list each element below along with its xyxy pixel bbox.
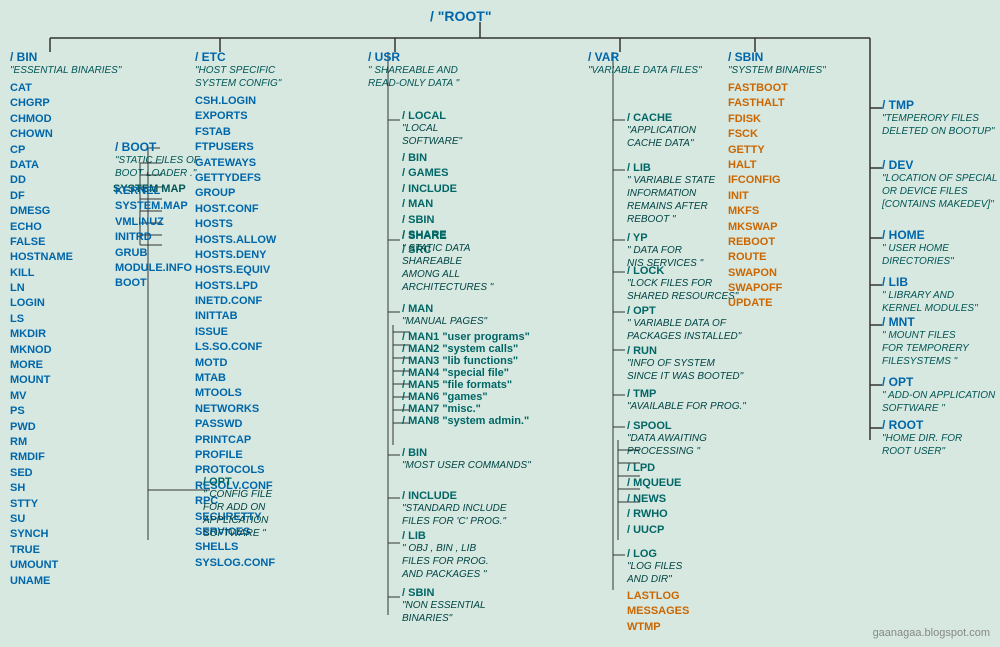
var-cache-title: / CACHE <box>627 112 696 124</box>
boot-node: / BOOT "STATIC FILES OFBOOT LOADER ." KE… <box>115 140 200 292</box>
var-lock-title: / LOCK <box>627 265 738 277</box>
var-opt-desc: " VARIABLE DATA OFPACKAGES INSTALLED" <box>627 317 741 343</box>
usr-lib-desc: " OBJ , BIN , LIBFILES FOR PROG.AND PACK… <box>402 542 489 581</box>
bin-node: / BIN "ESSENTIAL BINARIES" CAT CHGRP CHM… <box>10 50 121 589</box>
usr-sbin-desc: "NON ESSENTIALBINARIES" <box>402 599 486 625</box>
usr-bin-title: / BIN <box>402 447 531 459</box>
var-cache-node: / CACHE "APPLICATIONCACHE DATA" <box>627 112 696 150</box>
lib-desc: " LIBRARY ANDKERNEL MODULES" <box>882 289 978 315</box>
sbin-desc: "SYSTEM BINARIES" <box>728 64 826 77</box>
boot-desc: "STATIC FILES OFBOOT LOADER ." <box>115 154 200 180</box>
usr-lib-title: / LIB <box>402 530 489 542</box>
var-lib-title: / LIB <box>627 162 715 174</box>
var-tmp-node: / TMP "AVAILABLE FOR PROG." <box>627 388 746 413</box>
var-log-node: / LOG "LOG FILESAND DIR" LASTLOG MESSAGE… <box>627 548 689 635</box>
var-run-node: / RUN "INFO OF SYSTEMSINCE IT WAS BOOTED… <box>627 345 743 383</box>
usr-man-desc: "MANUAL PAGES" <box>402 315 530 328</box>
etc-opt-desc: " CONFIG FILEFOR ADD ONAPPLICATIONSOFTWA… <box>203 488 272 540</box>
opt-node: / OPT " ADD-ON APPLICATIONSOFTWARE " <box>882 375 995 415</box>
var-spool-desc: "DATA AWAITINGPROCESSING " <box>627 432 707 458</box>
usr-sbin-title: / SBIN <box>402 587 486 599</box>
var-lib-node: / LIB " VARIABLE STATEINFORMATIONREMAINS… <box>627 162 715 226</box>
var-desc: "VARIABLE DATA FILES" <box>588 64 702 77</box>
var-log-desc: "LOG FILESAND DIR" <box>627 560 689 586</box>
bin-title: / BIN <box>10 50 121 64</box>
var-opt-title: / OPT <box>627 305 741 317</box>
dev-desc: "LOCATION OF SPECIALOR DEVICE FILES[CONT… <box>882 172 997 211</box>
var-spool-title: / SPOOL <box>627 420 707 432</box>
home-title: / HOME <box>882 228 954 242</box>
usr-node: / USR " SHAREABLE ANDREAD-ONLY DATA " <box>368 50 459 90</box>
mnt-desc: " MOUNT FILESFOR TEMPORERYFILESYSTEMS " <box>882 329 969 368</box>
tmp-title: / TMP <box>882 98 994 112</box>
boot-title: / BOOT <box>115 140 200 154</box>
dev-node: / DEV "LOCATION OF SPECIALOR DEVICE FILE… <box>882 158 997 211</box>
var-node: / VAR "VARIABLE DATA FILES" <box>588 50 702 77</box>
usr-share-node: / SHARE " STATIC DATASHAREABLEAMONG ALLA… <box>402 230 493 294</box>
var-title: / VAR <box>588 50 702 64</box>
mnt-title: / MNT <box>882 315 969 329</box>
bin-desc: "ESSENTIAL BINARIES" <box>10 64 121 77</box>
usr-local-title: / LOCAL <box>402 110 462 122</box>
usr-title: / USR <box>368 50 459 64</box>
var-run-title: / RUN <box>627 345 743 357</box>
root-home-node: / ROOT "HOME DIR. FORROOT USER" <box>882 418 962 458</box>
usr-bin-desc: "MOST USER COMMANDS" <box>402 459 531 472</box>
dev-title: / DEV <box>882 158 997 172</box>
tmp-node: / TMP "TEMPERORY FILESDELETED ON BOOTUP" <box>882 98 994 138</box>
opt-title: / OPT <box>882 375 995 389</box>
usr-include-desc: "STANDARD INCLUDEFILES FOR 'C' PROG." <box>402 502 507 528</box>
usr-lib-node: / LIB " OBJ , BIN , LIBFILES FOR PROG.AN… <box>402 530 489 581</box>
sbin-title: / SBIN <box>728 50 826 64</box>
var-lib-desc: " VARIABLE STATEINFORMATIONREMAINS AFTER… <box>627 174 715 226</box>
usr-man-title: / MAN <box>402 303 530 315</box>
usr-share-title: / SHARE <box>402 230 493 242</box>
var-tmp-title: / TMP <box>627 388 746 400</box>
home-desc: " USER HOMEDIRECTORIES" <box>882 242 954 268</box>
var-yp-title: / YP <box>627 232 703 244</box>
root-label: / "ROOT" <box>430 8 492 24</box>
var-log-title: / LOG <box>627 548 689 560</box>
etc-desc: "HOST SPECIFICSYSTEM CONFIG" <box>195 64 281 90</box>
opt-desc: " ADD-ON APPLICATIONSOFTWARE " <box>882 389 995 415</box>
var-tmp-desc: "AVAILABLE FOR PROG." <box>627 400 746 413</box>
usr-bin-node: / BIN "MOST USER COMMANDS" <box>402 447 531 472</box>
watermark: gaanagaa.blogspot.com <box>873 627 990 639</box>
var-lock-node: / LOCK "LOCK FILES FORSHARED RESOURCES" <box>627 265 738 303</box>
root-home-desc: "HOME DIR. FORROOT USER" <box>882 432 962 458</box>
usr-include-title: / INCLUDE <box>402 490 507 502</box>
tmp-desc: "TEMPERORY FILESDELETED ON BOOTUP" <box>882 112 994 138</box>
usr-man-node: / MAN "MANUAL PAGES" / MAN1 "user progra… <box>402 303 530 427</box>
sbin-node: / SBIN "SYSTEM BINARIES" FASTBOOT FASTHA… <box>728 50 826 312</box>
var-opt-node: / OPT " VARIABLE DATA OFPACKAGES INSTALL… <box>627 305 741 343</box>
var-run-desc: "INFO OF SYSTEMSINCE IT WAS BOOTED" <box>627 357 743 383</box>
usr-desc: " SHAREABLE ANDREAD-ONLY DATA " <box>368 64 459 90</box>
etc-opt-title: / OPT <box>203 476 272 488</box>
usr-local-desc: "LOCALSOFTWARE" <box>402 122 462 148</box>
usr-include-node: / INCLUDE "STANDARD INCLUDEFILES FOR 'C'… <box>402 490 507 528</box>
lib-title: / LIB <box>882 275 978 289</box>
lib-node: / LIB " LIBRARY ANDKERNEL MODULES" <box>882 275 978 315</box>
var-spool-node: / SPOOL "DATA AWAITINGPROCESSING " / LPD… <box>627 420 707 538</box>
home-node: / HOME " USER HOMEDIRECTORIES" <box>882 228 954 268</box>
usr-sbin-node: / SBIN "NON ESSENTIALBINARIES" <box>402 587 486 625</box>
mnt-node: / MNT " MOUNT FILESFOR TEMPORERYFILESYST… <box>882 315 969 368</box>
usr-share-desc: " STATIC DATASHAREABLEAMONG ALLARCHITECT… <box>402 242 493 294</box>
etc-title: / ETC <box>195 50 281 64</box>
var-lock-desc: "LOCK FILES FORSHARED RESOURCES" <box>627 277 738 303</box>
root-home-title: / ROOT <box>882 418 962 432</box>
etc-opt-node: / OPT " CONFIG FILEFOR ADD ONAPPLICATION… <box>203 476 272 540</box>
var-cache-desc: "APPLICATIONCACHE DATA" <box>627 124 696 150</box>
